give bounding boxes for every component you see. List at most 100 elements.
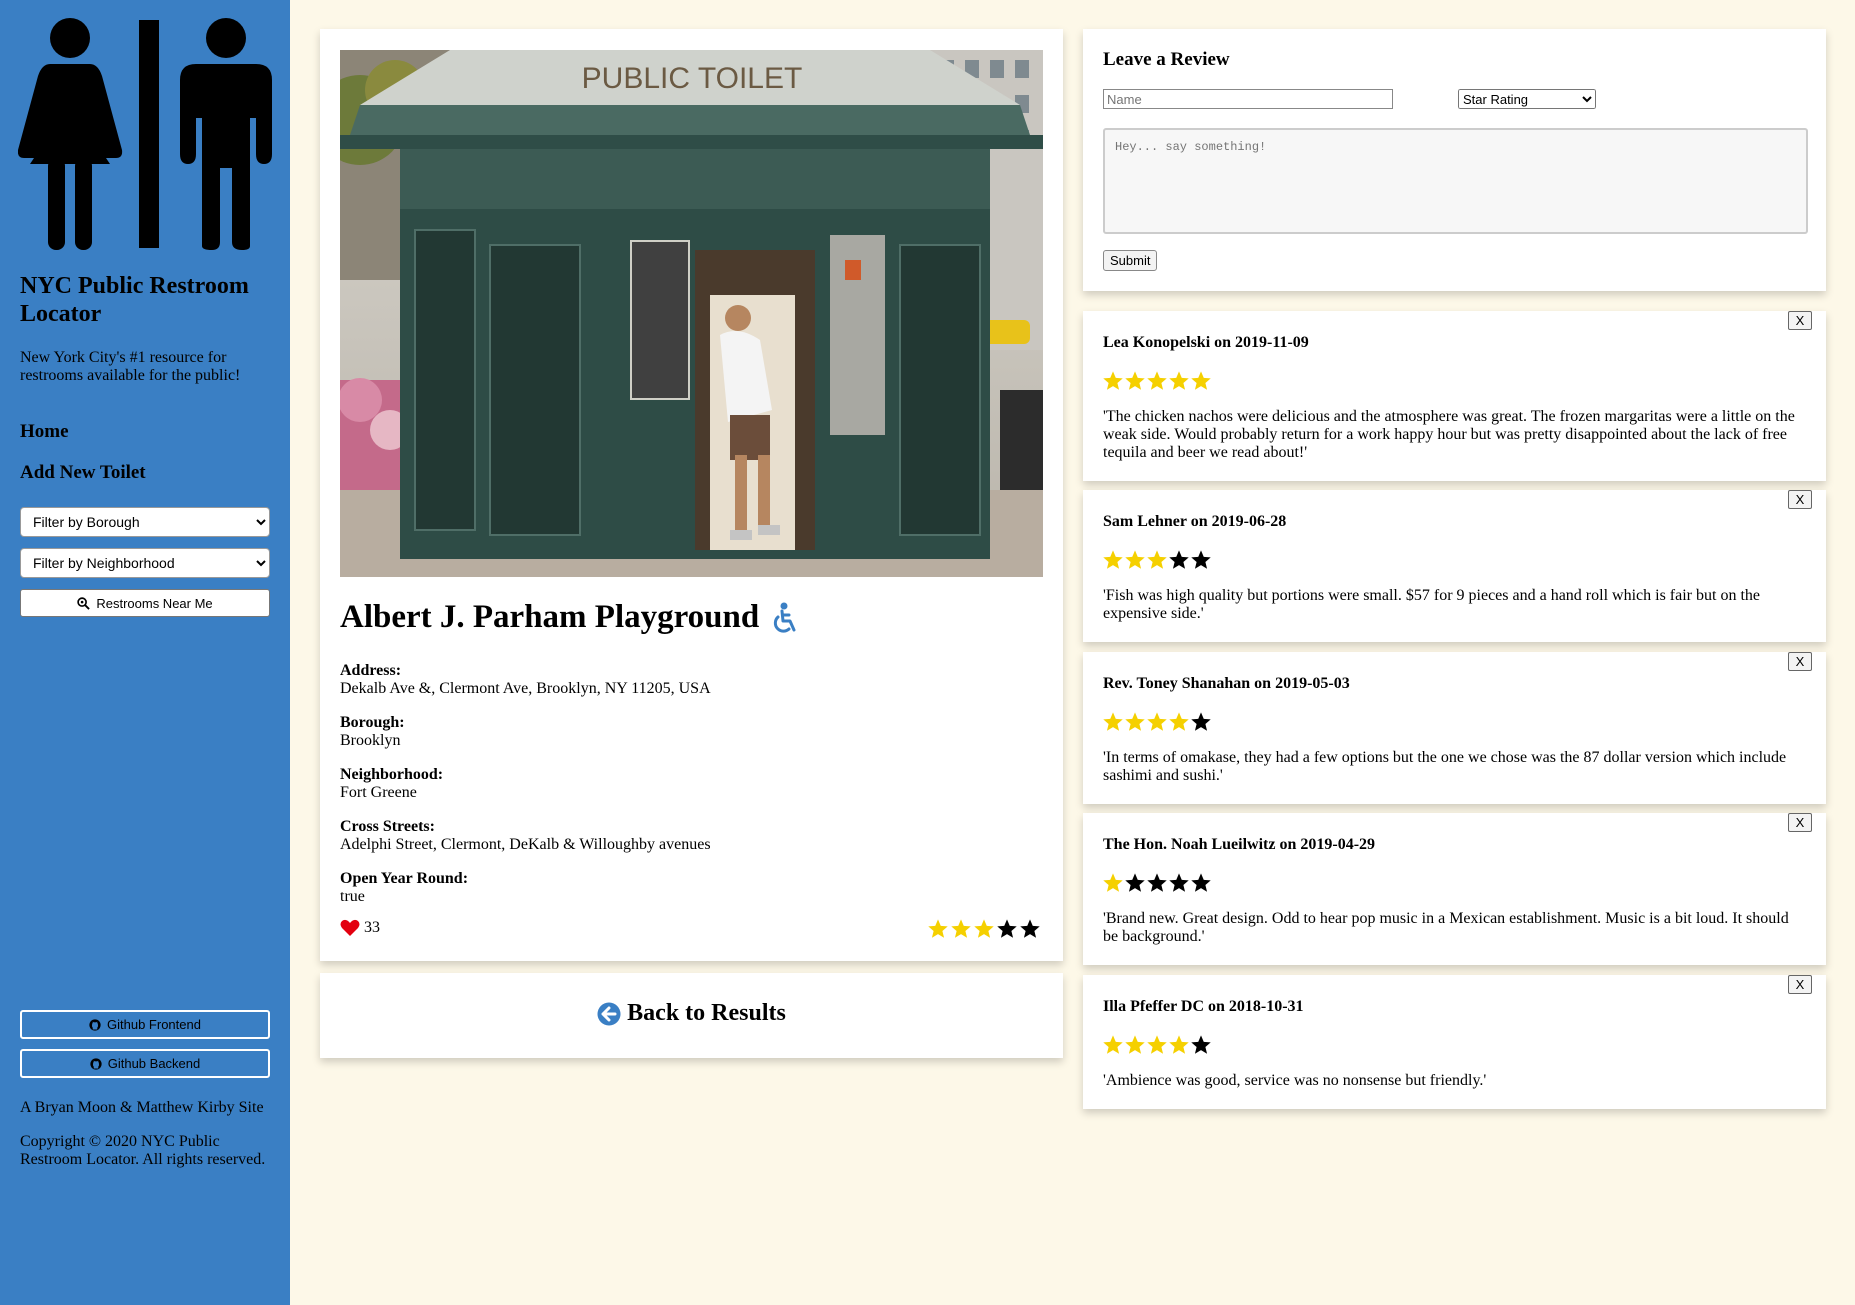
- review-heading: Sam Lehner on 2019-06-28: [1103, 513, 1287, 530]
- toilet-rating-stars: [927, 918, 1041, 940]
- github-backend-button[interactable]: Github Backend: [20, 1049, 270, 1078]
- delete-review-button[interactable]: X: [1788, 490, 1812, 509]
- star-empty-icon: [1191, 550, 1211, 569]
- star-empty-icon: [1020, 919, 1040, 938]
- star-filled-icon: [1191, 371, 1211, 390]
- star-filled-icon: [1125, 712, 1145, 731]
- star-filled-icon: [1103, 712, 1123, 731]
- star-filled-icon: [1125, 1035, 1145, 1054]
- review-form-title: Leave a Review: [1103, 49, 1230, 70]
- search-location-icon: [77, 596, 91, 610]
- star-filled-icon: [1147, 371, 1167, 390]
- star-filled-icon: [974, 919, 994, 938]
- borough-value: Brooklyn: [340, 732, 401, 749]
- star-empty-icon: [1191, 873, 1211, 892]
- star-filled-icon: [1125, 550, 1145, 569]
- restroom-logo-icon: [18, 18, 272, 250]
- review-rating-stars: [1102, 549, 1212, 571]
- likes: 33: [340, 919, 380, 937]
- delete-review-button[interactable]: X: [1788, 813, 1812, 832]
- open-year-round-value: true: [340, 888, 365, 905]
- star-filled-icon: [1147, 712, 1167, 731]
- star-filled-icon: [928, 919, 948, 938]
- neighborhood-label: Neighborhood:: [340, 766, 444, 783]
- open-year-round-label: Open Year Round:: [340, 870, 469, 887]
- review-card: X The Hon. Noah Lueilwitz on 2019-04-29 …: [1083, 813, 1826, 965]
- toilet-detail-card: PUBLIC TOILET Albert J. Parham Playgroun…: [320, 29, 1063, 961]
- address-field: Address: Dekalb Ave &, Clermont Ave, Bro…: [340, 662, 711, 698]
- submit-review-button[interactable]: Submit: [1103, 250, 1158, 271]
- star-filled-icon: [1169, 371, 1189, 390]
- restrooms-near-me-button[interactable]: Restrooms Near Me: [20, 589, 270, 617]
- review-heading: Illa Pfeffer DC on 2018-10-31: [1103, 998, 1304, 1015]
- toilet-photo: PUBLIC TOILET: [340, 50, 1043, 577]
- copyright-text: Copyright © 2020 NYC Public Restroom Loc…: [20, 1133, 266, 1168]
- star-empty-icon: [1147, 873, 1167, 892]
- neighborhood-value: Fort Greene: [340, 784, 417, 801]
- sidebar: NYC Public Restroom Locator New York Cit…: [0, 0, 290, 1305]
- nav-add-toilet-link[interactable]: Add New Toilet: [20, 462, 146, 484]
- reviewer-name-input[interactable]: [1103, 89, 1393, 109]
- photo-sign-text: PUBLIC TOILET: [582, 62, 803, 95]
- star-filled-icon: [1147, 1035, 1167, 1054]
- star-filled-icon: [1103, 550, 1123, 569]
- address-value: Dekalb Ave &, Clermont Ave, Brooklyn, NY…: [340, 680, 711, 697]
- review-card: X Illa Pfeffer DC on 2018-10-31 'Ambienc…: [1083, 975, 1826, 1109]
- review-card: X Lea Konopelski on 2019-11-09 'The chic…: [1083, 311, 1826, 481]
- arrow-circle-left-icon: [597, 1002, 621, 1025]
- near-me-label: Restrooms Near Me: [96, 595, 213, 611]
- filter-neighborhood-select[interactable]: Filter by Neighborhood: [20, 548, 270, 578]
- star-filled-icon: [1103, 873, 1123, 892]
- github-icon: [89, 1018, 101, 1031]
- heart-icon[interactable]: [340, 919, 360, 937]
- review-card: X Sam Lehner on 2019-06-28 'Fish was hig…: [1083, 490, 1826, 642]
- review-text: 'In terms of omakase, they had a few opt…: [1103, 749, 1787, 784]
- star-empty-icon: [1169, 550, 1189, 569]
- toilet-name: Albert J. Parham Playground: [340, 599, 760, 635]
- site-credit: A Bryan Moon & Matthew Kirby Site: [20, 1099, 264, 1116]
- review-heading: Rev. Toney Shanahan on 2019-05-03: [1103, 675, 1350, 692]
- star-filled-icon: [1125, 371, 1145, 390]
- review-comment-textarea[interactable]: [1103, 128, 1808, 234]
- github-icon: [90, 1057, 102, 1070]
- neighborhood-field: Neighborhood: Fort Greene: [340, 766, 443, 802]
- star-empty-icon: [1191, 712, 1211, 731]
- review-rating-stars: [1102, 711, 1212, 733]
- cross-streets-value: Adelphi Street, Clermont, DeKalb & Willo…: [340, 836, 711, 853]
- delete-review-button[interactable]: X: [1788, 975, 1812, 994]
- borough-field: Borough: Brooklyn: [340, 714, 405, 750]
- star-empty-icon: [1191, 1035, 1211, 1054]
- toilet-name-heading: Albert J. Parham Playground: [340, 599, 797, 636]
- back-card: Back to Results: [320, 973, 1063, 1058]
- review-text: 'Brand new. Great design. Odd to hear po…: [1103, 910, 1789, 945]
- star-filled-icon: [1103, 371, 1123, 390]
- star-filled-icon: [1147, 550, 1167, 569]
- nav-home-link[interactable]: Home: [20, 421, 69, 443]
- star-filled-icon: [1169, 1035, 1189, 1054]
- review-rating-stars: [1102, 1034, 1212, 1056]
- address-label: Address:: [340, 662, 402, 679]
- delete-review-button[interactable]: X: [1788, 311, 1812, 330]
- star-empty-icon: [1169, 873, 1189, 892]
- review-heading: The Hon. Noah Lueilwitz on 2019-04-29: [1103, 836, 1376, 853]
- likes-count: 33: [364, 919, 380, 936]
- review-text: 'Fish was high quality but portions were…: [1103, 587, 1760, 622]
- site-tagline: New York City's #1 resource for restroom…: [20, 349, 241, 384]
- open-year-round-field: Open Year Round: true: [340, 870, 468, 906]
- github-frontend-button[interactable]: Github Frontend: [20, 1010, 270, 1039]
- delete-review-button[interactable]: X: [1788, 652, 1812, 671]
- review-heading: Lea Konopelski on 2019-11-09: [1103, 334, 1309, 351]
- cross-streets-label: Cross Streets:: [340, 818, 435, 835]
- wheelchair-icon: [774, 602, 796, 633]
- star-filled-icon: [1103, 1035, 1123, 1054]
- review-card: X Rev. Toney Shanahan on 2019-05-03 'In …: [1083, 652, 1826, 804]
- github-frontend-label: Github Frontend: [107, 1017, 201, 1032]
- review-text: 'The chicken nachos were delicious and t…: [1103, 408, 1795, 461]
- star-empty-icon: [997, 919, 1017, 938]
- review-rating-stars: [1102, 872, 1212, 894]
- star-filled-icon: [1169, 712, 1189, 731]
- back-to-results-link[interactable]: Back to Results: [320, 1000, 1063, 1027]
- back-to-results-label: Back to Results: [627, 1000, 786, 1026]
- filter-borough-select[interactable]: Filter by Borough: [20, 507, 270, 537]
- star-rating-select[interactable]: Star Rating: [1458, 89, 1596, 109]
